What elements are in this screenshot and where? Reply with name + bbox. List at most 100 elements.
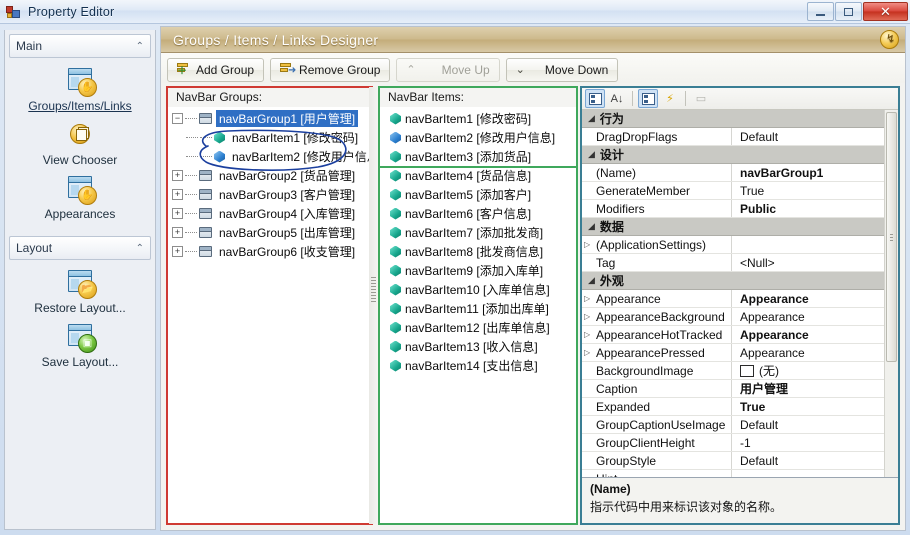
property-value-cell[interactable]: Default [732, 130, 898, 144]
expand-icon[interactable]: + [172, 246, 183, 257]
category-collapse-icon[interactable]: ◢ [588, 149, 595, 160]
property-row[interactable]: BackgroundImage (无) [582, 362, 898, 380]
list-item[interactable]: navBarItem9 [添加入库单] [384, 261, 576, 280]
expand-icon[interactable]: + [172, 170, 183, 181]
tree-connector [200, 137, 212, 138]
property-value-cell[interactable]: Appearance [732, 328, 898, 342]
property-value-cell[interactable]: <Null> [732, 256, 898, 270]
pane-splitter[interactable] [369, 87, 378, 524]
tree-node[interactable]: + navBarGroup2 [货品管理] [172, 166, 371, 185]
property-value-cell[interactable]: True [732, 184, 898, 198]
list-item[interactable]: navBarItem5 [添加客户] [384, 185, 576, 204]
events-icon[interactable]: ⚡ [660, 89, 680, 108]
property-row[interactable]: Tag <Null> [582, 254, 898, 272]
sidebar-item-restore-layout[interactable]: 📂 Restore Layout... [5, 268, 155, 316]
list-item[interactable]: navBarItem4 [货品信息] [384, 166, 576, 185]
list-item[interactable]: navBarItem2 [修改用户信息] [384, 128, 576, 147]
property-value-cell[interactable]: Appearance [732, 310, 898, 324]
property-row[interactable]: ▷ AppearanceBackground Appearance [582, 308, 898, 326]
property-category-row[interactable]: ◢ 外观 [582, 272, 898, 290]
list-item[interactable]: navBarItem1 [修改密码] [384, 109, 576, 128]
sidebar-item-appearances[interactable]: ✋ Appearances [5, 174, 155, 222]
list-item[interactable]: navBarItem12 [出库单信息] [384, 318, 576, 337]
tree-node[interactable]: − navBarGroup1 [用户管理] [172, 109, 371, 128]
list-item[interactable]: navBarItem11 [添加出库单] [384, 299, 576, 318]
property-row[interactable]: GroupStyle Default [582, 452, 898, 470]
property-row[interactable]: ▷ (ApplicationSettings) [582, 236, 898, 254]
property-row[interactable]: (Name) navBarGroup1 [582, 164, 898, 182]
add-group-button[interactable]: ＋ Add Group [167, 57, 265, 82]
property-row[interactable]: GenerateMember True [582, 182, 898, 200]
expand-property-icon[interactable]: ▷ [584, 294, 594, 303]
property-row[interactable]: ▷ Appearance Appearance [582, 290, 898, 308]
remove-group-button[interactable]: ➜ Remove Group [270, 57, 391, 82]
property-row[interactable]: GroupClientHeight -1 [582, 434, 898, 452]
tree-node[interactable]: + navBarGroup5 [出库管理] [172, 223, 371, 242]
list-item[interactable]: navBarItem8 [批发商信息] [384, 242, 576, 261]
properties-icon[interactable] [638, 89, 658, 108]
property-value-cell[interactable]: Appearance [732, 292, 898, 306]
sidebar-group-layout[interactable]: Layout ⌃ [9, 236, 151, 260]
list-item[interactable]: navBarItem13 [收入信息] [384, 337, 576, 356]
expand-icon[interactable]: + [172, 227, 183, 238]
sidebar-item-view-chooser[interactable]: View Chooser [5, 120, 155, 168]
scrollbar-thumb[interactable] [886, 112, 897, 362]
property-name-label: AppearanceHotTracked [596, 327, 723, 342]
tree-node[interactable]: navBarItem2 [修改用户信息] [172, 147, 382, 166]
expand-property-icon[interactable]: ▷ [584, 240, 594, 249]
alphabetical-sort-icon[interactable]: A↓ [607, 89, 627, 108]
property-value-cell[interactable]: navBarGroup1 [732, 166, 898, 180]
property-value-cell[interactable]: (无) [732, 362, 898, 379]
property-row[interactable]: GroupCaptionUseImage Default [582, 416, 898, 434]
property-value-cell[interactable]: Default [732, 454, 898, 468]
collapse-icon[interactable]: − [172, 113, 183, 124]
property-value-cell[interactable]: -1 [732, 436, 898, 450]
move-down-button[interactable]: ⌄ Move Down [505, 57, 619, 82]
property-row[interactable]: ▷ AppearancePressed Appearance [582, 344, 898, 362]
tree-node[interactable]: navBarItem1 [修改密码] [172, 128, 371, 147]
sidebar-item-save-layout[interactable]: ▣ Save Layout... [5, 322, 155, 370]
property-row[interactable]: DragDropFlags Default [582, 128, 898, 146]
property-value-cell[interactable]: Default [732, 418, 898, 432]
expand-icon[interactable]: + [172, 189, 183, 200]
property-grid-rows[interactable]: ◢ 行为 DragDropFlags Default ◢ 设计 (Name) navBarGr… [582, 110, 898, 477]
property-row[interactable]: Caption 用户管理 [582, 380, 898, 398]
list-item[interactable]: navBarItem14 [支出信息] [384, 356, 576, 375]
property-grid-scrollbar[interactable] [884, 110, 898, 477]
property-value-cell[interactable]: Public [732, 202, 898, 216]
property-category-row[interactable]: ◢ 数据 [582, 218, 898, 236]
list-item[interactable]: navBarItem6 [客户信息] [384, 204, 576, 223]
minimize-button[interactable] [807, 2, 834, 21]
categorized-view-icon[interactable] [585, 89, 605, 108]
category-collapse-icon[interactable]: ◢ [588, 275, 595, 286]
sidebar-item-groups-items-links[interactable]: ✋ Groups/Items/Links [5, 66, 155, 114]
property-value-cell[interactable]: Appearance [732, 346, 898, 360]
property-row[interactable]: Modifiers Public [582, 200, 898, 218]
category-collapse-icon[interactable]: ◢ [588, 113, 595, 124]
property-row[interactable]: Hint [582, 470, 898, 477]
property-category-row[interactable]: ◢ 行为 [582, 110, 898, 128]
maximize-button[interactable] [835, 2, 862, 21]
navbar-groups-tree[interactable]: − navBarGroup1 [用户管理] navBarItem1 [修改密码] na… [168, 107, 382, 261]
expand-property-icon[interactable]: ▷ [584, 312, 594, 321]
property-category-row[interactable]: ◢ 设计 [582, 146, 898, 164]
property-row[interactable]: Expanded True [582, 398, 898, 416]
property-pages-icon[interactable]: ▭ [691, 89, 711, 108]
list-item[interactable]: navBarItem7 [添加批发商] [384, 223, 576, 242]
tree-node[interactable]: + navBarGroup3 [客户管理] [172, 185, 371, 204]
navbar-items-list[interactable]: navBarItem1 [修改密码] navBarItem2 [修改用户信息] na… [380, 107, 576, 375]
expand-icon[interactable]: + [172, 208, 183, 219]
tree-node[interactable]: + navBarGroup6 [收支管理] [172, 242, 371, 261]
property-row[interactable]: ▷ AppearanceHotTracked Appearance [582, 326, 898, 344]
expand-property-icon[interactable]: ▷ [584, 330, 594, 339]
expand-property-icon[interactable]: ▷ [584, 348, 594, 357]
tree-node[interactable]: + navBarGroup4 [入库管理] [172, 204, 371, 223]
property-value-cell[interactable]: True [732, 400, 898, 414]
property-value-cell[interactable]: 用户管理 [732, 380, 898, 397]
sidebar-group-main[interactable]: Main ⌃ [9, 34, 151, 58]
close-button[interactable]: ✕ [863, 2, 908, 21]
list-item[interactable]: navBarItem10 [入库单信息] [384, 280, 576, 299]
list-item[interactable]: navBarItem3 [添加货品] [384, 147, 576, 166]
category-collapse-icon[interactable]: ◢ [588, 221, 595, 232]
move-up-button[interactable]: ⌃ Move Up [396, 57, 500, 82]
